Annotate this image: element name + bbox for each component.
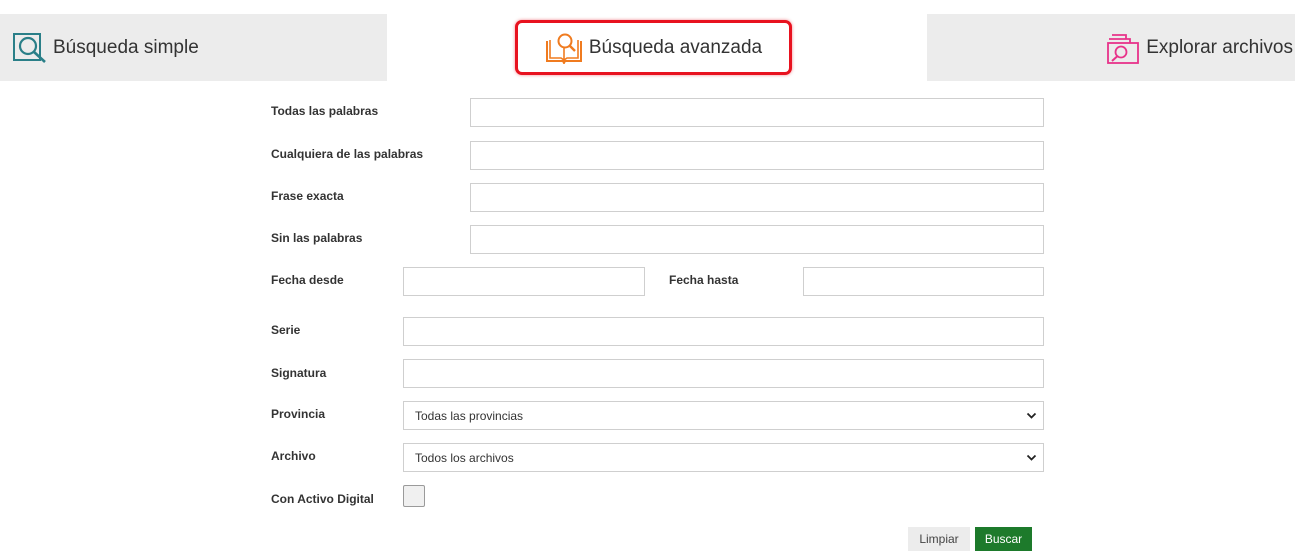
digital-asset-label: Con Activo Digital	[271, 492, 374, 506]
any-words-input[interactable]	[470, 141, 1044, 170]
tab-explore-archives[interactable]: Explorar archivos	[927, 14, 1295, 81]
without-words-label: Sin las palabras	[271, 231, 363, 245]
without-words-input[interactable]	[470, 225, 1044, 254]
all-words-input[interactable]	[470, 98, 1044, 127]
signature-label: Signatura	[271, 366, 327, 380]
exact-phrase-input[interactable]	[470, 183, 1044, 212]
province-label: Provincia	[271, 407, 326, 421]
chevron-down-icon	[1026, 454, 1037, 461]
archive-selected-value: Todos los archivos	[415, 450, 514, 465]
exact-phrase-label: Frase exacta	[271, 189, 344, 203]
date-from-label: Fecha desde	[271, 273, 344, 287]
archive-label: Archivo	[271, 449, 316, 463]
series-input[interactable]	[403, 317, 1044, 346]
province-select[interactable]: Todas las provincias	[403, 401, 1044, 430]
series-label: Serie	[271, 323, 301, 337]
province-selected-value: Todas las provincias	[415, 408, 524, 423]
search-button[interactable]: Buscar	[975, 527, 1032, 551]
date-to-input[interactable]	[803, 267, 1044, 296]
digital-asset-checkbox[interactable]	[403, 485, 425, 507]
tab-advanced-label: Búsqueda avanzada	[588, 36, 763, 58]
tab-simple-search[interactable]: Búsqueda simple	[0, 14, 387, 81]
archive-select[interactable]: Todos los archivos	[403, 443, 1044, 472]
tab-advanced-search[interactable]: Búsqueda avanzada	[515, 20, 792, 75]
book-search-icon	[545, 32, 583, 64]
all-words-label: Todas las palabras	[271, 104, 379, 118]
tab-simple-label: Búsqueda simple	[53, 36, 199, 58]
magnifier-icon	[12, 32, 48, 64]
date-to-label: Fecha hasta	[669, 273, 739, 287]
any-words-label: Cualquiera de las palabras	[271, 147, 424, 161]
signature-input[interactable]	[403, 359, 1044, 388]
clear-button[interactable]: Limpiar	[908, 527, 970, 551]
folder-search-icon	[1106, 31, 1140, 65]
tab-explore-label: Explorar archivos	[1146, 36, 1293, 58]
date-from-input[interactable]	[403, 267, 645, 296]
chevron-down-icon	[1026, 412, 1037, 419]
